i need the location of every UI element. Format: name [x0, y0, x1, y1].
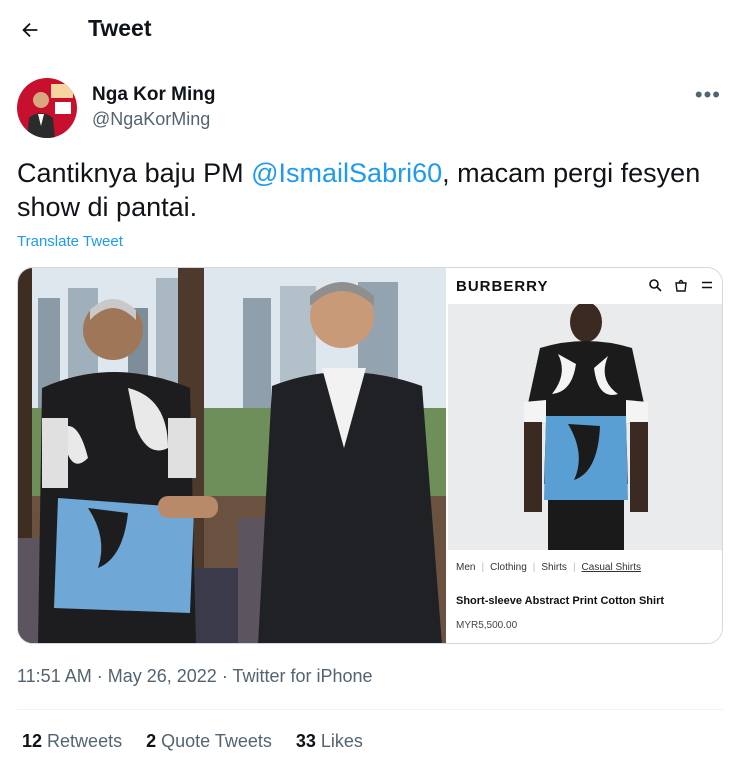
bag-icon: [674, 278, 688, 292]
retweets-label: Retweets: [47, 731, 123, 751]
retweets-stat[interactable]: 12 Retweets: [22, 731, 122, 752]
meta-separator: ·: [221, 666, 233, 686]
breadcrumb-separator: |: [481, 562, 485, 573]
breadcrumb-separator: |: [572, 562, 576, 573]
brand-bar: BURBERRY: [448, 268, 722, 304]
product-model-photo: [448, 304, 722, 550]
product-screenshot: BURBERRY Men | Clothing | Shirts | Casua…: [448, 268, 722, 643]
divider: [17, 709, 723, 710]
quote-tweets-stat[interactable]: 2 Quote Tweets: [146, 731, 272, 752]
breadcrumb-separator: |: [532, 562, 536, 573]
breadcrumb: Men | Clothing | Shirts | Casual Shirts: [456, 562, 641, 573]
tweet-media[interactable]: BURBERRY Men | Clothing | Shirts | Casua…: [17, 267, 723, 644]
breadcrumb-item: Clothing: [490, 562, 527, 573]
breadcrumb-item-active: Casual Shirts: [581, 562, 642, 573]
tweet-source[interactable]: Twitter for iPhone: [233, 666, 373, 686]
translate-tweet-link[interactable]: Translate Tweet: [17, 233, 123, 250]
avatar[interactable]: [17, 78, 77, 138]
meta-separator: ·: [96, 666, 108, 686]
tweet-text: Cantiknya baju PM @IsmailSabri60, macam …: [17, 156, 717, 224]
product-name: Short-sleeve Abstract Print Cotton Shirt: [456, 595, 665, 607]
tweet-date[interactable]: May 26, 2022: [108, 666, 217, 686]
tweet-author: Nga Kor Ming @NgaKorMing •••: [17, 74, 723, 138]
back-arrow-icon[interactable]: [14, 14, 46, 46]
more-options-icon[interactable]: •••: [695, 84, 721, 106]
retweets-count: 12: [22, 731, 43, 751]
top-bar: Tweet: [0, 0, 740, 60]
mention-link[interactable]: @IsmailSabri60: [251, 158, 442, 188]
brand-logo: BURBERRY: [456, 278, 549, 295]
tweet-time[interactable]: 11:51 AM: [17, 666, 92, 686]
author-handle[interactable]: @NgaKorMing: [92, 109, 210, 130]
quote-tweets-label: Quote Tweets: [161, 731, 272, 751]
quote-tweets-count: 2: [146, 731, 157, 751]
tweet-metadata: 11:51 AM · May 26, 2022 · Twitter for iP…: [17, 666, 373, 687]
page-title: Tweet: [88, 15, 152, 41]
likes-stat[interactable]: 33 Likes: [296, 731, 363, 752]
likes-label: Likes: [320, 731, 363, 751]
tweet-text-start: Cantiknya baju PM: [17, 158, 252, 188]
search-icon: [648, 278, 662, 292]
menu-icon: [700, 278, 714, 292]
product-price: MYR5,500.00: [456, 620, 518, 631]
author-name[interactable]: Nga Kor Ming: [92, 84, 216, 106]
breadcrumb-item: Shirts: [541, 562, 567, 573]
breadcrumb-item: Men: [456, 562, 476, 573]
tweet-stats: 12 Retweets 2 Quote Tweets 33 Likes: [22, 731, 363, 752]
handshake-photo[interactable]: [18, 268, 446, 643]
likes-count: 33: [295, 731, 316, 751]
